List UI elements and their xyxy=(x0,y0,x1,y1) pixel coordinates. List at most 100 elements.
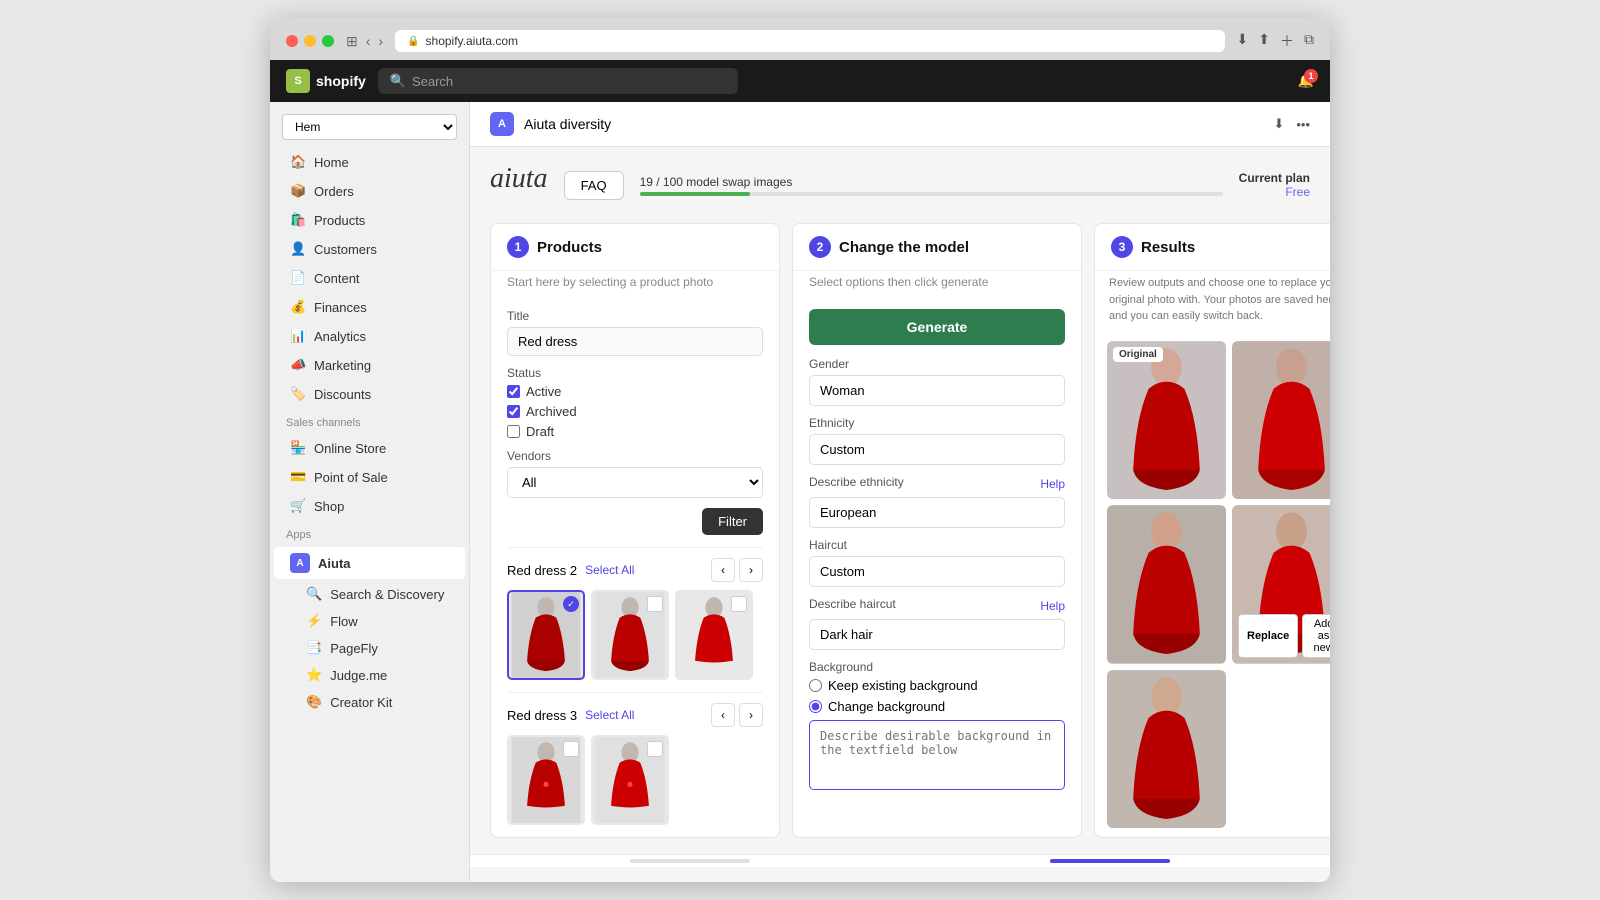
faq-button[interactable]: FAQ xyxy=(564,171,624,200)
sidebar-item-content[interactable]: 📄 Content xyxy=(274,264,465,292)
sidebar-label-products: Products xyxy=(314,213,365,228)
sidebar-label-discounts: Discounts xyxy=(314,387,371,402)
products-panel-title: Products xyxy=(537,239,602,256)
sidebar-item-home[interactable]: 🏠 Home xyxy=(274,148,465,176)
product-thumbs-2 xyxy=(507,735,763,825)
check-icon-1: ✓ xyxy=(563,596,579,612)
vendors-select[interactable]: All xyxy=(507,467,763,498)
sidebar-item-search-discovery[interactable]: 🔍 Search & Discovery xyxy=(274,581,465,607)
app-header: A Aiuta diversity ⬇ ••• xyxy=(470,102,1330,147)
sidebar-item-analytics[interactable]: 📊 Analytics xyxy=(274,322,465,350)
check-empty-4 xyxy=(563,741,579,757)
topbar-search[interactable]: 🔍 Search xyxy=(378,68,738,94)
product-prev-2[interactable]: ‹ xyxy=(711,703,735,727)
background-field: Background Keep existing background Chan… xyxy=(809,660,1065,793)
sidebar-item-discounts[interactable]: 🏷️ Discounts xyxy=(274,380,465,408)
title-input[interactable] xyxy=(507,327,763,356)
active-checkbox[interactable] xyxy=(507,385,520,398)
tabs-icon[interactable]: ⧉ xyxy=(1304,31,1314,51)
gender-field: Gender Woman xyxy=(809,357,1065,406)
share-icon[interactable]: ⬆ xyxy=(1258,31,1270,51)
sidebar-label-pos: Point of Sale xyxy=(314,470,388,485)
new-tab-icon[interactable]: ＋ xyxy=(1280,31,1294,51)
home-icon: 🏠 xyxy=(290,154,306,170)
sidebar-item-customers[interactable]: 👤 Customers xyxy=(274,235,465,263)
bg-description-textarea[interactable] xyxy=(809,720,1065,790)
draft-checkbox[interactable] xyxy=(507,425,520,438)
haircut-select[interactable]: Custom xyxy=(809,556,1065,587)
maximize-button[interactable] xyxy=(322,35,334,47)
sidebar-item-pagefly[interactable]: 📑 PageFly xyxy=(274,635,465,661)
store-select-wrap[interactable]: Hem xyxy=(282,114,457,140)
describe-ethnicity-input[interactable] xyxy=(809,497,1065,528)
haircut-help-link[interactable]: Help xyxy=(1040,599,1065,613)
results-description: Review outputs and choose one to replace… xyxy=(1095,271,1330,333)
scroll-indicator-1[interactable] xyxy=(630,859,750,863)
sidebar-item-judge[interactable]: ⭐ Judge.me xyxy=(274,662,465,688)
product-group-2: Red dress 3 Select All ‹ › xyxy=(507,692,763,825)
product-thumb-1-0[interactable]: ✓ xyxy=(507,590,585,680)
filter-form: Title Status Active xyxy=(507,309,763,535)
product-next-1[interactable]: › xyxy=(739,558,763,582)
check-empty-2 xyxy=(647,596,663,612)
sidebar-item-aiuta[interactable]: A Aiuta xyxy=(274,547,465,579)
sidebar-item-pos[interactable]: 💳 Point of Sale xyxy=(274,463,465,491)
sidebar-toggle-icon[interactable]: ⊞ xyxy=(346,33,358,50)
product-group-1-name: Red dress 2 xyxy=(507,563,577,578)
more-options-icon[interactable]: ••• xyxy=(1296,117,1310,132)
generate-button[interactable]: Generate xyxy=(809,309,1065,345)
product-thumb-1-1[interactable] xyxy=(591,590,669,680)
forward-icon[interactable]: › xyxy=(378,33,383,50)
app-header-right: ⬇ ••• xyxy=(1273,116,1310,132)
gender-select[interactable]: Woman xyxy=(809,375,1065,406)
select-all-1[interactable]: Select All xyxy=(585,563,634,577)
search-discovery-icon: 🔍 xyxy=(306,586,322,602)
download-action-icon[interactable]: ⬇ xyxy=(1273,116,1284,132)
filter-button[interactable]: Filter xyxy=(702,508,763,535)
minimize-button[interactable] xyxy=(304,35,316,47)
topbar-right: 🔔 xyxy=(1298,73,1314,89)
back-icon[interactable]: ‹ xyxy=(366,33,371,50)
ethnicity-help-link[interactable]: Help xyxy=(1040,477,1065,491)
plan-name: Free xyxy=(1239,185,1310,199)
product-thumb-2-0[interactable] xyxy=(507,735,585,825)
flow-icon: ⚡ xyxy=(306,613,322,629)
sidebar-item-flow[interactable]: ⚡ Flow xyxy=(274,608,465,634)
sidebar-label-customers: Customers xyxy=(314,242,377,257)
app-body: Hem 🏠 Home 📦 Orders 🛍️ Products 👤 Custom… xyxy=(270,102,1330,882)
download-icon[interactable]: ⬇ xyxy=(1237,31,1249,51)
change-bg-radio[interactable] xyxy=(809,700,822,713)
product-thumb-1-2[interactable] xyxy=(675,590,753,680)
archived-checkbox[interactable] xyxy=(507,405,520,418)
sidebar-item-online-store[interactable]: 🏪 Online Store xyxy=(274,434,465,462)
sidebar-item-creator-kit[interactable]: 🎨 Creator Kit xyxy=(274,689,465,715)
keep-bg-radio[interactable] xyxy=(809,679,822,692)
select-all-2[interactable]: Select All xyxy=(585,708,634,722)
describe-ethnicity-header: Describe ethnicity Help xyxy=(809,475,1065,493)
draft-checkbox-row: Draft xyxy=(507,424,763,439)
product-group-2-name: Red dress 3 xyxy=(507,708,577,723)
sales-channels-label: Sales channels xyxy=(270,409,469,433)
product-thumb-2-1[interactable] xyxy=(591,735,669,825)
ethnicity-select[interactable]: Custom xyxy=(809,434,1065,465)
results-panel-number: 3 xyxy=(1111,236,1133,258)
product-next-2[interactable]: › xyxy=(739,703,763,727)
sidebar: Hem 🏠 Home 📦 Orders 🛍️ Products 👤 Custom… xyxy=(270,102,470,882)
address-bar[interactable]: 🔒 shopify.aiuta.com xyxy=(395,30,1224,52)
close-button[interactable] xyxy=(286,35,298,47)
sidebar-item-finances[interactable]: 💰 Finances xyxy=(274,293,465,321)
store-select[interactable]: Hem xyxy=(282,114,457,140)
scroll-indicator-2[interactable] xyxy=(1050,859,1170,863)
vendors-row: Vendors All xyxy=(507,449,763,498)
sidebar-label-finances: Finances xyxy=(314,300,367,315)
usage-bar-wrap: 19 / 100 model swap images xyxy=(640,175,1223,196)
sidebar-item-orders[interactable]: 📦 Orders xyxy=(274,177,465,205)
describe-haircut-input[interactable] xyxy=(809,619,1065,650)
add-as-new-button[interactable]: Add as new xyxy=(1302,614,1330,658)
notification-bell[interactable]: 🔔 xyxy=(1298,73,1314,89)
sidebar-item-products[interactable]: 🛍️ Products xyxy=(274,206,465,234)
product-prev-1[interactable]: ‹ xyxy=(711,558,735,582)
sidebar-item-shop[interactable]: 🛒 Shop xyxy=(274,492,465,520)
sidebar-item-marketing[interactable]: 📣 Marketing xyxy=(274,351,465,379)
replace-button[interactable]: Replace xyxy=(1238,614,1298,658)
